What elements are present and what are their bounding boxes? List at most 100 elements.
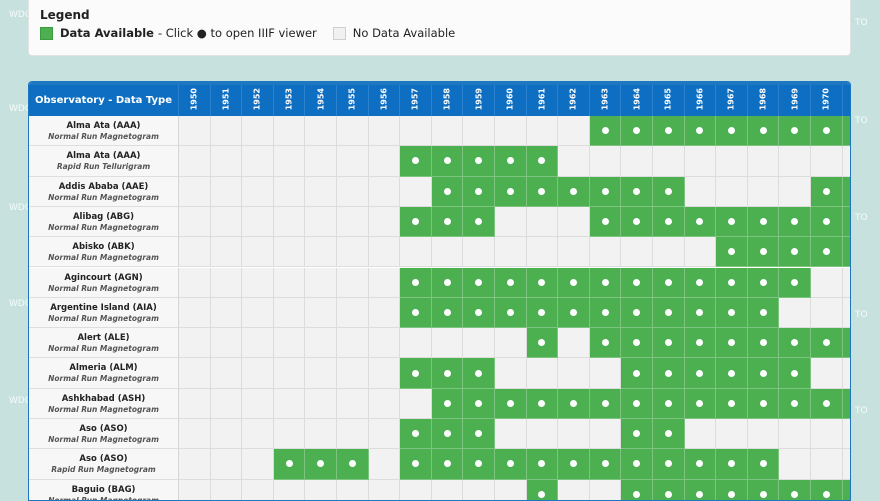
data-available-cell[interactable] — [747, 297, 780, 329]
data-available-cell[interactable] — [400, 449, 432, 480]
data-available-cell[interactable] — [747, 449, 780, 480]
data-available-cell[interactable] — [653, 297, 685, 329]
data-available-cell[interactable] — [842, 388, 850, 419]
data-available-cell[interactable] — [811, 206, 843, 238]
data-available-cell[interactable] — [526, 267, 559, 298]
data-available-cell[interactable] — [431, 206, 464, 238]
data-available-cell[interactable] — [716, 479, 748, 500]
data-available-cell[interactable] — [431, 419, 464, 450]
data-available-cell[interactable] — [621, 449, 653, 480]
data-available-cell[interactable] — [653, 328, 685, 359]
data-available-cell[interactable] — [811, 328, 843, 359]
data-available-cell[interactable] — [716, 206, 748, 238]
data-available-cell[interactable] — [716, 237, 748, 268]
data-available-cell[interactable] — [589, 206, 622, 238]
data-available-cell[interactable] — [779, 358, 811, 389]
data-available-cell[interactable] — [558, 267, 590, 298]
data-available-cell[interactable] — [684, 116, 717, 147]
data-available-cell[interactable] — [653, 449, 685, 480]
data-available-cell[interactable] — [589, 297, 622, 329]
data-available-cell[interactable] — [684, 206, 717, 238]
data-available-cell[interactable] — [526, 328, 559, 359]
data-available-cell[interactable] — [779, 267, 811, 298]
data-available-cell[interactable] — [589, 388, 622, 419]
data-available-cell[interactable] — [747, 116, 780, 147]
data-available-cell[interactable] — [431, 358, 464, 389]
data-available-cell[interactable] — [463, 297, 495, 329]
data-available-cell[interactable] — [842, 328, 850, 359]
data-available-cell[interactable] — [842, 479, 850, 500]
data-available-cell[interactable] — [684, 267, 717, 298]
data-available-cell[interactable] — [779, 206, 811, 238]
data-available-cell[interactable] — [621, 328, 653, 359]
data-available-cell[interactable] — [811, 116, 843, 147]
data-available-cell[interactable] — [653, 206, 685, 238]
data-available-cell[interactable] — [779, 328, 811, 359]
data-available-cell[interactable] — [811, 388, 843, 419]
data-available-cell[interactable] — [558, 388, 590, 419]
data-available-cell[interactable] — [463, 449, 495, 480]
data-available-cell[interactable] — [747, 328, 780, 359]
data-available-cell[interactable] — [495, 176, 527, 207]
data-available-cell[interactable] — [526, 449, 559, 480]
data-available-cell[interactable] — [400, 146, 432, 177]
data-available-cell[interactable] — [779, 237, 811, 268]
data-available-cell[interactable] — [400, 358, 432, 389]
data-available-cell[interactable] — [621, 206, 653, 238]
data-available-cell[interactable] — [400, 206, 432, 238]
data-available-cell[interactable] — [684, 479, 717, 500]
data-available-cell[interactable] — [463, 176, 495, 207]
data-available-cell[interactable] — [653, 176, 685, 207]
data-available-cell[interactable] — [463, 388, 495, 419]
data-available-cell[interactable] — [621, 176, 653, 207]
data-available-cell[interactable] — [811, 237, 843, 268]
data-available-cell[interactable] — [337, 449, 369, 480]
data-available-cell[interactable] — [558, 449, 590, 480]
data-available-cell[interactable] — [747, 479, 780, 500]
data-available-cell[interactable] — [526, 297, 559, 329]
data-available-cell[interactable] — [747, 358, 780, 389]
data-available-cell[interactable] — [653, 116, 685, 147]
data-available-cell[interactable] — [526, 176, 559, 207]
data-available-cell[interactable] — [842, 237, 850, 268]
data-available-cell[interactable] — [621, 419, 653, 450]
data-available-cell[interactable] — [463, 358, 495, 389]
data-available-cell[interactable] — [526, 479, 559, 500]
data-available-cell[interactable] — [842, 176, 850, 207]
data-available-cell[interactable] — [684, 328, 717, 359]
data-available-cell[interactable] — [747, 388, 780, 419]
data-available-cell[interactable] — [747, 206, 780, 238]
data-available-cell[interactable] — [716, 297, 748, 329]
data-available-cell[interactable] — [621, 479, 653, 500]
data-available-cell[interactable] — [495, 388, 527, 419]
data-available-cell[interactable] — [653, 267, 685, 298]
data-available-cell[interactable] — [779, 116, 811, 147]
data-available-cell[interactable] — [621, 116, 653, 147]
data-available-cell[interactable] — [653, 388, 685, 419]
data-available-cell[interactable] — [463, 206, 495, 238]
data-available-cell[interactable] — [716, 328, 748, 359]
data-available-cell[interactable] — [747, 267, 780, 298]
data-available-cell[interactable] — [495, 146, 527, 177]
data-available-cell[interactable] — [463, 146, 495, 177]
data-available-cell[interactable] — [684, 449, 717, 480]
data-available-cell[interactable] — [431, 449, 464, 480]
data-available-cell[interactable] — [653, 358, 685, 389]
data-available-cell[interactable] — [273, 449, 306, 480]
data-available-cell[interactable] — [495, 449, 527, 480]
data-available-cell[interactable] — [842, 116, 850, 147]
data-available-cell[interactable] — [621, 297, 653, 329]
data-available-cell[interactable] — [431, 388, 464, 419]
data-available-cell[interactable] — [495, 267, 527, 298]
data-available-cell[interactable] — [431, 176, 464, 207]
data-available-cell[interactable] — [716, 267, 748, 298]
data-available-cell[interactable] — [526, 146, 559, 177]
data-available-cell[interactable] — [495, 297, 527, 329]
data-available-cell[interactable] — [716, 388, 748, 419]
data-available-cell[interactable] — [779, 479, 811, 500]
data-available-cell[interactable] — [716, 116, 748, 147]
data-available-cell[interactable] — [305, 449, 337, 480]
data-available-cell[interactable] — [589, 116, 622, 147]
data-available-cell[interactable] — [716, 449, 748, 480]
data-available-cell[interactable] — [842, 206, 850, 238]
